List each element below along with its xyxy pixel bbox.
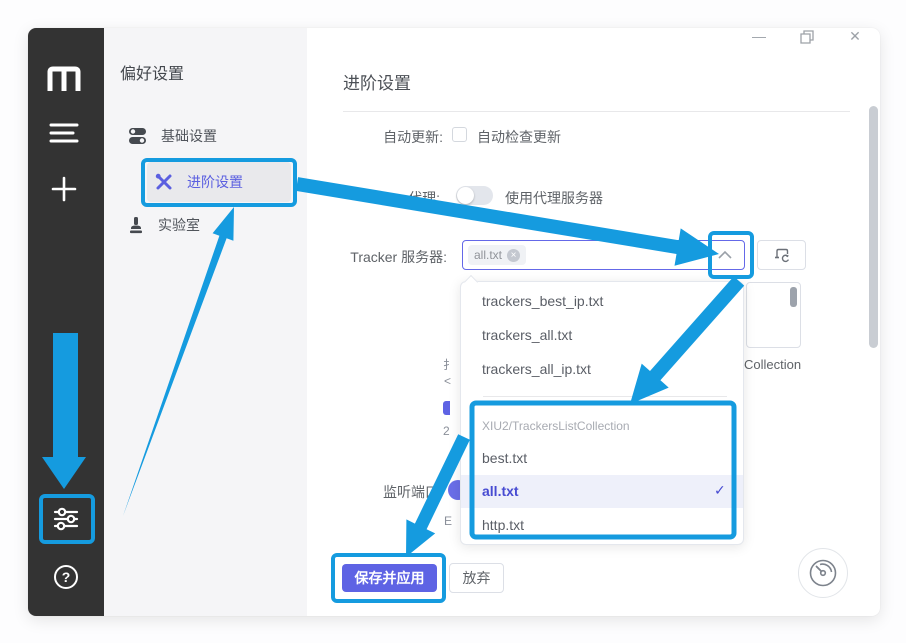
discard-button[interactable]: 放弃 bbox=[449, 563, 504, 593]
dropdown-option[interactable]: best.txt bbox=[482, 450, 527, 466]
nav-item-basic-settings[interactable]: 基础设置 bbox=[128, 119, 288, 153]
dropdown-option[interactable]: trackers_all_ip.txt bbox=[482, 361, 591, 377]
tag-label: all.txt bbox=[474, 248, 502, 262]
motrix-logo-icon bbox=[47, 66, 81, 92]
task-list-button[interactable] bbox=[49, 122, 79, 144]
sliders-icon bbox=[52, 505, 80, 533]
tracker-hint-fragment: Collection bbox=[744, 357, 801, 372]
toggles-icon bbox=[128, 127, 147, 145]
tag-remove-icon[interactable]: × bbox=[507, 249, 520, 262]
select-chevron-button[interactable] bbox=[718, 250, 732, 259]
maximize-button[interactable] bbox=[800, 30, 814, 44]
auto-check-update-checkbox[interactable] bbox=[452, 127, 467, 142]
sync-icon bbox=[773, 247, 791, 263]
proxy-toggle-label: 使用代理服务器 bbox=[505, 188, 603, 208]
menu-icon bbox=[49, 122, 79, 144]
dropdown-group-label: XIU2/TrackersListCollection bbox=[482, 419, 630, 433]
toggle-knob bbox=[457, 187, 474, 204]
chevron-up-icon bbox=[718, 250, 732, 259]
lab-stamp-icon bbox=[128, 216, 144, 234]
dropdown-option-selected[interactable]: all.txt bbox=[482, 483, 519, 499]
hidden-checkbox-fragment bbox=[443, 401, 450, 415]
proxy-toggle[interactable] bbox=[456, 186, 493, 205]
speedometer-icon bbox=[808, 558, 838, 588]
hidden-text-fragment: 2 bbox=[443, 424, 450, 438]
dropdown-option[interactable]: http.txt bbox=[482, 517, 524, 533]
auto-check-update-checkbox-label[interactable]: 自动检查更新 bbox=[477, 127, 561, 147]
nav-item-label: 进阶设置 bbox=[187, 172, 243, 192]
dropdown-option[interactable]: trackers_best_ip.txt bbox=[482, 293, 603, 309]
help-button[interactable]: ? bbox=[54, 565, 78, 589]
dropdown-group-divider bbox=[483, 396, 727, 397]
maximize-icon bbox=[800, 30, 814, 44]
nav-item-lab[interactable]: 实验室 bbox=[128, 208, 288, 242]
nav-item-label: 基础设置 bbox=[161, 126, 217, 146]
nav-item-label: 实验室 bbox=[158, 215, 200, 235]
speed-limit-button[interactable] bbox=[798, 548, 848, 598]
auto-update-label: 自动更新: bbox=[333, 127, 443, 147]
hidden-text-fragment: 扌 bbox=[443, 356, 455, 373]
nav-item-advanced-settings[interactable]: 进阶设置 bbox=[147, 162, 291, 202]
close-button[interactable]: ✕ bbox=[845, 28, 865, 46]
page-title: 进阶设置 bbox=[343, 69, 411, 94]
hidden-text-fragment: < bbox=[444, 374, 451, 388]
minimize-button[interactable]: — bbox=[748, 28, 770, 46]
add-task-button[interactable] bbox=[50, 175, 78, 203]
window-scrollbar[interactable] bbox=[869, 106, 878, 348]
motrix-logo bbox=[47, 66, 81, 92]
sync-trackers-button[interactable] bbox=[757, 240, 806, 270]
textarea-scrollbar[interactable] bbox=[790, 287, 797, 307]
close-icon: ✕ bbox=[849, 28, 861, 44]
plus-icon bbox=[50, 175, 78, 203]
save-and-apply-button[interactable]: 保存并应用 bbox=[342, 564, 437, 592]
listen-port-label: 监听端口 bbox=[383, 482, 439, 502]
title-divider bbox=[343, 111, 850, 112]
preferences-nav-panel bbox=[104, 28, 307, 616]
check-icon: ✓ bbox=[714, 482, 726, 499]
proxy-label: 代理: bbox=[333, 188, 440, 208]
tracker-selected-tag: all.txt × bbox=[468, 245, 526, 265]
minimize-icon: — bbox=[752, 28, 766, 44]
question-icon: ? bbox=[62, 569, 71, 585]
tools-icon bbox=[155, 173, 173, 191]
tracker-server-label: Tracker 服务器: bbox=[330, 247, 447, 267]
dropdown-option[interactable]: trackers_all.txt bbox=[482, 327, 572, 343]
preferences-button[interactable] bbox=[52, 505, 80, 533]
preferences-title: 偏好设置 bbox=[120, 60, 184, 84]
hidden-text-fragment: E bbox=[444, 514, 452, 528]
